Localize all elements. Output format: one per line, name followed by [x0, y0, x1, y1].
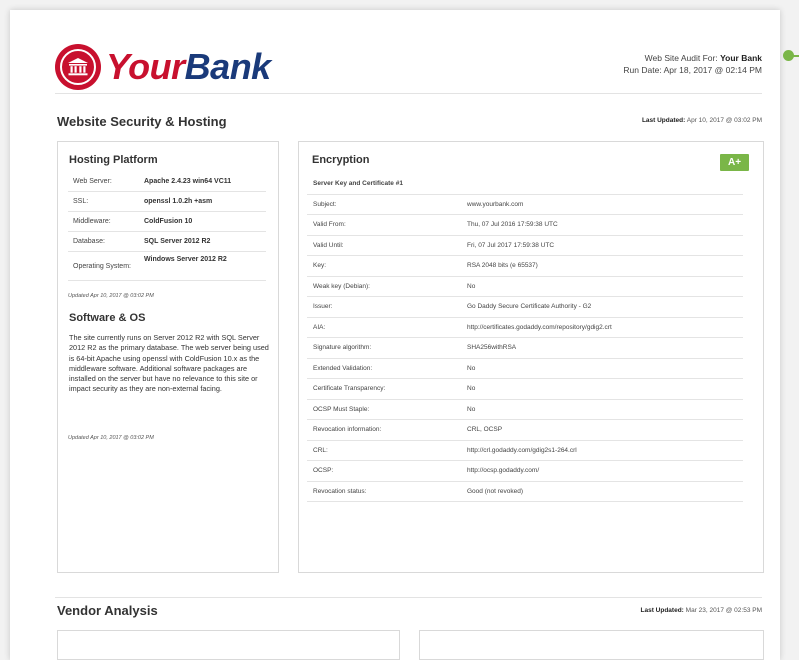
table-row: Issuer: Go Daddy Secure Certificate Autho…	[307, 296, 743, 318]
table-heading-row: Server Key and Certificate #1	[307, 174, 743, 195]
section-title-vendor: Vendor Analysis	[57, 603, 158, 618]
audit-for-value: Your Bank	[720, 53, 762, 63]
vendor-panel-left	[57, 630, 400, 660]
table-row: CRL: http://crl.godaddy.com/gdig2s1-264.c…	[307, 440, 743, 461]
table-row: Revocation status: Good (not revoked)	[307, 481, 743, 502]
encryption-panel: Encryption A+ Server Key and Certificate…	[298, 141, 764, 573]
table-row: Revocation information: CRL, OCSP	[307, 419, 743, 441]
table-row: OCSP: http://ocsp.godaddy.com/	[307, 460, 743, 482]
table-row: SSL: openssl 1.0.2h +asm	[68, 191, 266, 212]
table-row: Web Server: Apache 2.4.23 win64 VC11	[68, 172, 266, 192]
bank-logo: YourBank	[55, 44, 271, 90]
side-marker-dot[interactable]	[783, 50, 794, 61]
table-row: Operating System: Windows Server 2012 R2	[68, 251, 266, 281]
table-row: Middleware: ColdFusion 10	[68, 211, 266, 232]
certificate-table: Server Key and Certificate #1 Subject: ww…	[307, 174, 743, 502]
table-row: OCSP Must Staple: No	[307, 399, 743, 420]
header-divider	[55, 93, 762, 94]
table-row: Valid Until: Fri, 07 Jul 2017 17:59:38 UT…	[307, 235, 743, 256]
hosting-updated-note: Updated Apr 10, 2017 @ 03:02 PM	[68, 293, 154, 299]
hosting-panel: Hosting Platform Web Server: Apache 2.4.2…	[57, 141, 279, 573]
run-date: Run Date: Apr 18, 2017 @ 02:14 PM	[623, 65, 762, 75]
audit-for-label: Web Site Audit For:	[644, 53, 718, 63]
table-row: Subject: www.yourbank.com	[307, 194, 743, 215]
vendor-panel-right	[419, 630, 764, 660]
security-last-updated: Last Updated: Apr 10, 2017 @ 03:02 PM	[641, 117, 762, 124]
brand-wordmark: YourBank	[106, 46, 271, 87]
hosting-title: Hosting Platform	[69, 154, 158, 166]
table-row: Extended Validation: No	[307, 358, 743, 379]
software-title: Software & OS	[69, 312, 146, 324]
section-divider	[55, 597, 762, 598]
encryption-title: Encryption	[312, 154, 370, 166]
vendor-last-updated: Last Updated: Mar 23, 2017 @ 02:53 PM	[640, 607, 763, 614]
bank-building-icon	[55, 44, 101, 90]
table-row: Signature algorithm: SHA256withRSA	[307, 337, 743, 359]
software-description: The site currently runs on Server 2012 R…	[69, 333, 269, 394]
table-row: Weak key (Debian): No	[307, 276, 743, 297]
table-row: Key: RSA 2048 bits (e 65537)	[307, 255, 743, 277]
table-row: Valid From: Thu, 07 Jul 2016 17:59:38 UTC	[307, 214, 743, 236]
table-row: Database: SQL Server 2012 R2	[68, 231, 266, 252]
hosting-table: Web Server: Apache 2.4.23 win64 VC11 SSL:…	[68, 172, 266, 281]
software-updated-note: Updated Apr 10, 2017 @ 03:02 PM	[68, 435, 154, 441]
table-row: AIA: http://certificates.godaddy.com/repo…	[307, 317, 743, 338]
audit-info: Web Site Audit For: Your Bank Run Date: …	[623, 52, 762, 76]
ssl-grade-badge: A+	[720, 154, 749, 171]
table-row: Certificate Transparency: No	[307, 378, 743, 400]
section-title-security: Website Security & Hosting	[57, 114, 227, 129]
